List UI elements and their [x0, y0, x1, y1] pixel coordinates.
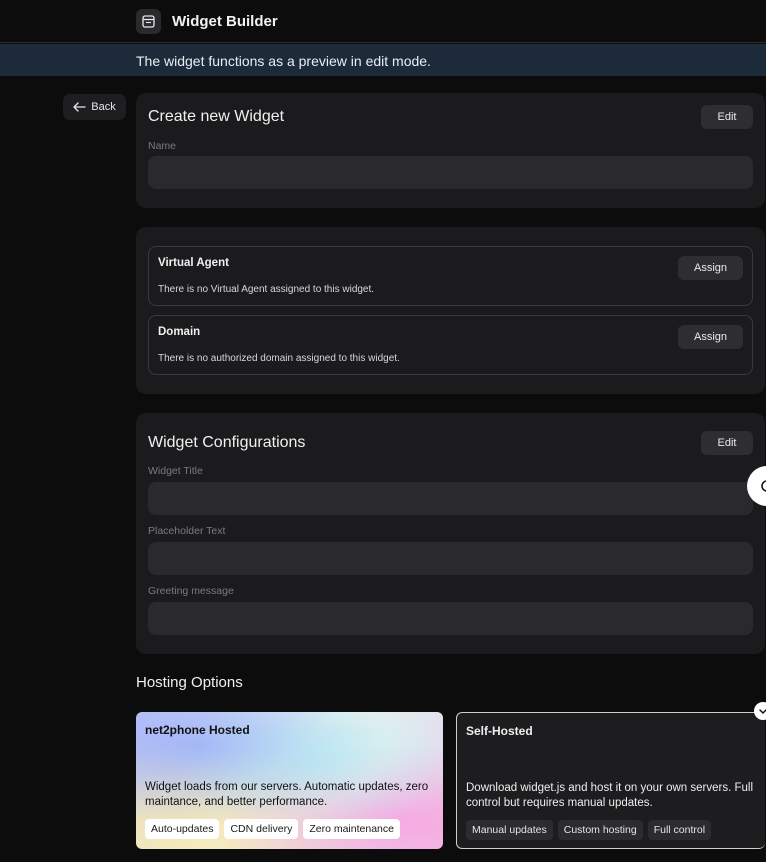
- tag: Custom hosting: [557, 820, 643, 840]
- hosting-option-description: Download widget.js and host it on your o…: [466, 782, 754, 809]
- hosting-option-net2phone[interactable]: net2phone Hosted Widget loads from our s…: [136, 712, 443, 849]
- greeting-message-label: Greeting message: [148, 585, 234, 597]
- hosting-option-tags: Manual updates Custom hosting Full contr…: [466, 820, 712, 840]
- domain-assignment: Domain There is no authorized domain ass…: [148, 315, 753, 375]
- back-label: Back: [91, 101, 116, 113]
- create-widget-title: Create new Widget: [148, 108, 285, 125]
- placeholder-text-input[interactable]: [148, 542, 753, 575]
- assign-virtual-agent-button[interactable]: Assign: [678, 256, 743, 280]
- hosting-option-description: Widget loads from our servers. Automatic…: [145, 781, 429, 808]
- widget-config-edit-button[interactable]: Edit: [701, 431, 753, 455]
- widget-icon: [136, 9, 161, 34]
- tag: Manual updates: [466, 820, 553, 840]
- hosting-option-title: Self-Hosted: [466, 724, 533, 738]
- placeholder-text-label: Placeholder Text: [148, 525, 226, 537]
- refresh-icon: [761, 480, 766, 492]
- back-button[interactable]: Back: [63, 94, 126, 120]
- create-widget-card: Create new Widget Edit Name: [136, 93, 765, 208]
- page-title: Widget Builder: [172, 13, 278, 30]
- banner-text: The widget functions as a preview in edi…: [136, 53, 431, 69]
- virtual-agent-assignment: Virtual Agent There is no Virtual Agent …: [148, 246, 753, 306]
- hosting-option-tags: Auto-updates CDN delivery Zero maintenan…: [145, 819, 400, 839]
- tag: CDN delivery: [224, 819, 299, 839]
- virtual-agent-description: There is no Virtual Agent assigned to th…: [158, 284, 375, 295]
- tag: Full control: [647, 820, 712, 840]
- preview-banner: The widget functions as a preview in edi…: [0, 44, 766, 76]
- greeting-message-textarea[interactable]: [148, 602, 753, 635]
- hosting-option-self-hosted[interactable]: Self-Hosted Download widget.js and host …: [456, 712, 765, 849]
- selected-check-icon: [754, 702, 766, 720]
- assign-domain-button[interactable]: Assign: [678, 325, 743, 349]
- widget-config-card: Widget Configurations Edit Widget Title …: [136, 413, 765, 654]
- widget-title-input[interactable]: [148, 482, 753, 515]
- arrow-left-icon: [73, 102, 86, 112]
- tag: Zero maintenance: [303, 819, 400, 839]
- name-label: Name: [148, 140, 177, 152]
- domain-title: Domain: [158, 326, 201, 338]
- widget-title-label: Widget Title: [148, 465, 203, 477]
- create-widget-edit-button[interactable]: Edit: [701, 105, 753, 129]
- widget-config-title: Widget Configurations: [148, 434, 306, 451]
- virtual-agent-title: Virtual Agent: [158, 257, 229, 269]
- domain-description: There is no authorized domain assigned t…: [158, 353, 400, 364]
- hosting-option-title: net2phone Hosted: [145, 723, 250, 737]
- hosting-options-heading: Hosting Options: [136, 674, 243, 691]
- name-input[interactable]: [148, 156, 753, 189]
- tag: Auto-updates: [145, 819, 220, 839]
- top-bar: Widget Builder: [0, 0, 766, 43]
- assignments-card: Virtual Agent There is no Virtual Agent …: [136, 227, 765, 394]
